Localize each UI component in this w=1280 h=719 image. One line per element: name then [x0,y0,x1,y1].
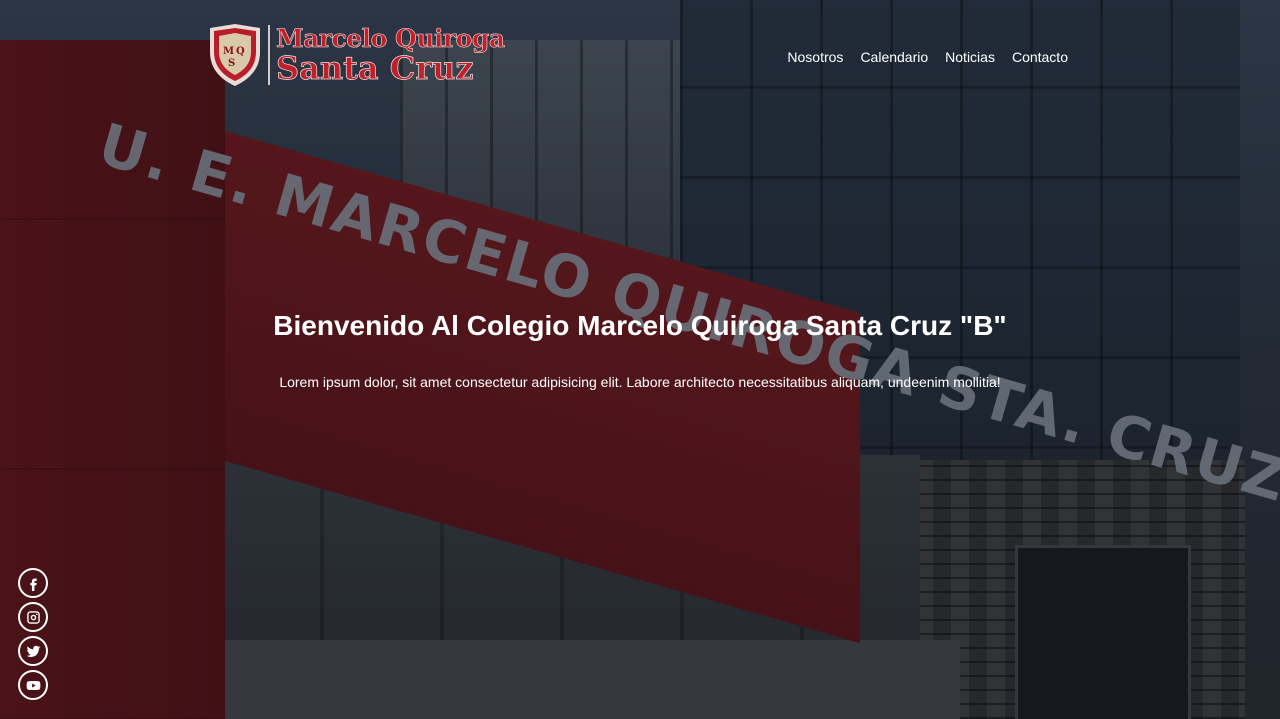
twitter-link[interactable] [18,636,48,666]
youtube-link[interactable] [18,670,48,700]
twitter-icon [26,645,40,657]
hero-section: U. E. MARCELO QUIROGA STA. CRUZ "B" M Q … [0,0,1280,719]
nav-link-noticias[interactable]: Noticias [945,49,995,65]
logo-line-1: Marcelo Quiroga [276,24,506,53]
nav-link-contacto[interactable]: Contacto [1012,49,1068,65]
hero-subtitle: Lorem ipsum dolor, sit amet consectetur … [279,374,1001,390]
youtube-icon [26,680,40,690]
facebook-link[interactable] [18,568,48,598]
logo-wordmark: Marcelo Quiroga Santa Cruz [276,24,506,87]
site-logo[interactable]: M Q S Marcelo Quiroga Santa Cruz [206,22,505,88]
svg-text:S: S [228,58,235,69]
main-nav: Nosotros Calendario Noticias Contacto [787,49,1068,65]
svg-text:M: M [223,46,234,57]
school-shield-icon: M Q S [206,22,264,88]
svg-text:Q: Q [236,46,245,57]
social-links [18,568,48,700]
hero-title: Bienvenido Al Colegio Marcelo Quiroga Sa… [273,310,1007,341]
site-header: M Q S Marcelo Quiroga Santa Cruz Nosotro… [0,0,1280,110]
instagram-link[interactable] [18,602,48,632]
logo-line-2: Santa Cruz [276,49,474,87]
nav-link-calendario[interactable]: Calendario [860,49,928,65]
logo-divider [268,25,270,85]
nav-link-nosotros[interactable]: Nosotros [787,49,843,65]
instagram-icon [26,610,40,624]
facebook-icon [29,578,37,591]
